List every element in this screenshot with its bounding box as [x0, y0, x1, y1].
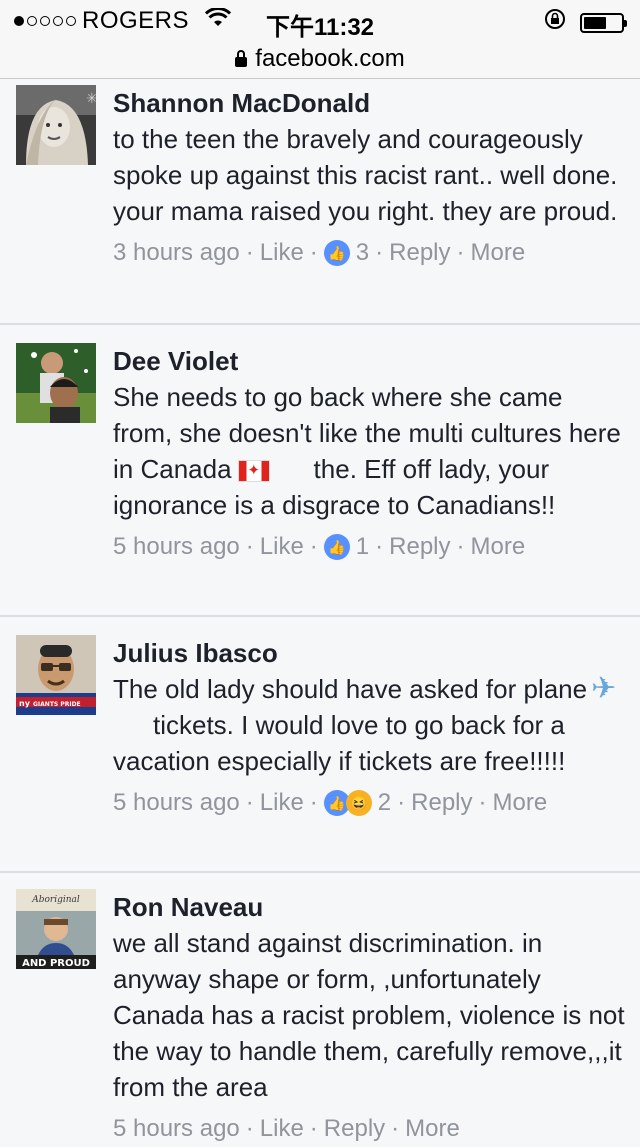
avatar-text-bottom: AND PROUD [22, 958, 90, 969]
avatar-badge-text: GIANTS PRIDE [33, 701, 81, 708]
avatar[interactable]: Aboriginal AND PROUD [16, 889, 96, 969]
like-link[interactable]: Like [260, 1111, 304, 1147]
comment-author[interactable]: Ron Naveau [113, 889, 626, 925]
comment-text-part: The old lady should have asked for plane [113, 674, 588, 704]
reply-link[interactable]: Reply [411, 785, 472, 821]
svg-text:✳: ✳ [86, 91, 96, 107]
battery-icon [580, 12, 627, 33]
canada-flag-icon [237, 460, 270, 483]
reply-link[interactable]: Reply [324, 1111, 385, 1147]
reaction-count[interactable]: 1 [356, 529, 369, 565]
url-domain: facebook.com [255, 45, 405, 72]
avatar[interactable]: ny GIANTS PRIDE [16, 635, 96, 715]
comments-list: ✳ Shannon MacDonald to the teen the brav… [0, 79, 640, 1143]
comment-text: The old lady should have asked for plane… [113, 671, 626, 779]
comment-meta: 5 hours ago · Like · Reply · More [113, 1111, 626, 1147]
comment-author[interactable]: Julius Ibasco [113, 635, 626, 671]
comment-author[interactable]: Shannon MacDonald [113, 85, 626, 121]
comment-meta: 3 hours ago · Like · 👍 3 · Reply · More [113, 235, 626, 271]
comment-text: She needs to go back where she came from… [113, 379, 626, 523]
lock-icon [235, 50, 248, 67]
reaction-count[interactable]: 3 [356, 235, 369, 271]
more-link[interactable]: More [471, 529, 526, 565]
like-link[interactable]: Like [260, 785, 304, 821]
comment-text: to the teen the bravely and courageously… [113, 124, 618, 226]
url-bar[interactable]: facebook.com [0, 40, 640, 79]
comment-timestamp[interactable]: 5 hours ago [113, 785, 240, 821]
comment: Aboriginal AND PROUD Ron Naveau we all s… [0, 873, 640, 1143]
avatar[interactable]: ✳ [16, 85, 96, 165]
reply-link[interactable]: Reply [389, 235, 450, 271]
comment-timestamp[interactable]: 3 hours ago [113, 235, 240, 271]
reaction-count[interactable]: 2 [378, 785, 391, 821]
avatar-badge-logo: ny [19, 699, 31, 708]
comment: ny GIANTS PRIDE Julius Ibasco The old la… [0, 617, 640, 873]
reply-link[interactable]: Reply [389, 529, 450, 565]
avatar-text-top: Aboriginal [31, 895, 80, 905]
comment: ✳ Shannon MacDonald to the teen the brav… [0, 79, 640, 325]
more-link[interactable]: More [405, 1111, 460, 1147]
haha-reaction-icon[interactable]: 😆 [345, 790, 372, 816]
comment-text-part: tickets. I would love to go back for a v… [113, 710, 566, 776]
comment-author[interactable]: Dee Violet [113, 343, 626, 379]
comment: Dee Violet She needs to go back where sh… [0, 325, 640, 617]
comment-meta: 5 hours ago · Like · 👍 😆 2 · Reply · Mor… [113, 785, 626, 821]
comment-text: we all stand against discrimination. in … [113, 928, 625, 1102]
like-link[interactable]: Like [260, 235, 304, 271]
like-reaction-icon[interactable]: 👍 [323, 240, 350, 266]
rotation-lock-icon [544, 8, 566, 37]
comment-timestamp[interactable]: 5 hours ago [113, 1111, 240, 1147]
comment-meta: 5 hours ago · Like · 👍 1 · Reply · More [113, 529, 626, 565]
more-link[interactable]: More [471, 235, 526, 271]
like-reaction-icon[interactable]: 👍 [323, 534, 350, 560]
like-link[interactable]: Like [260, 529, 304, 565]
more-link[interactable]: More [493, 785, 548, 821]
status-bar: ROGERS 下午11:32 [0, 0, 640, 41]
comment-timestamp[interactable]: 5 hours ago [113, 529, 240, 565]
avatar[interactable] [16, 343, 96, 423]
airplane-icon: ✈ [591, 672, 617, 705]
